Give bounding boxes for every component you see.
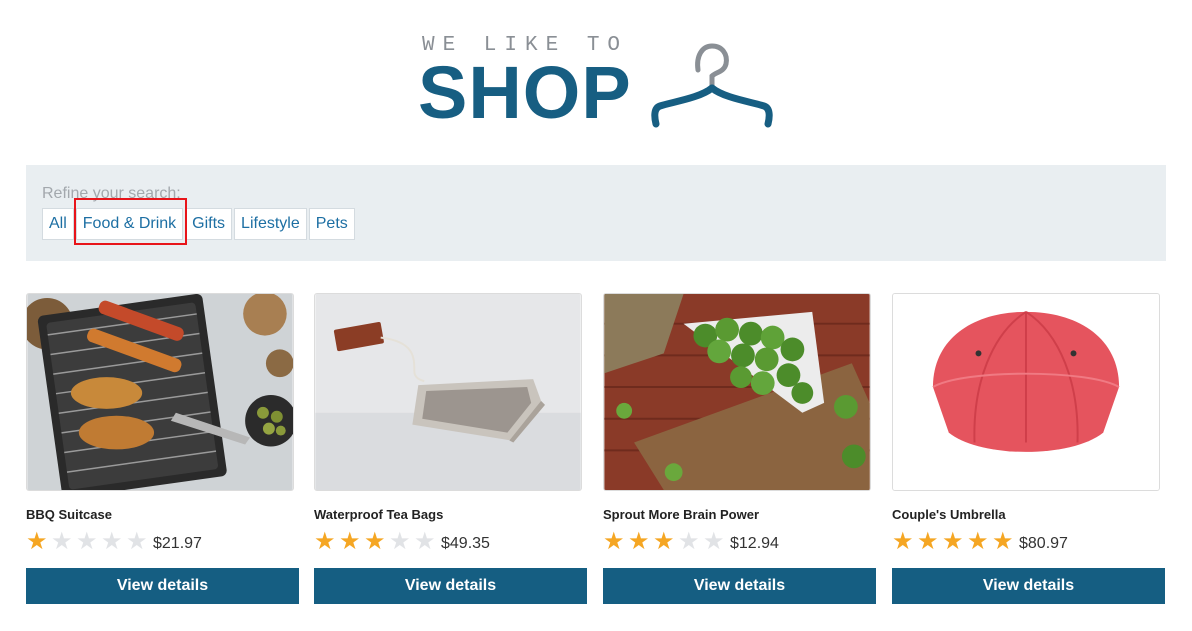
brussels-sprouts-image[interactable] (603, 293, 871, 491)
product-card: BBQ Suitcase ★ ★ ★ ★ ★ $21.97 View details (26, 293, 299, 604)
star-filled-icon: ★ (917, 528, 939, 555)
hanger-icon (651, 43, 773, 128)
filter-panel: Refine your search: All Food & Drink Gif… (26, 165, 1166, 261)
star-rating: ★ ★ ★ ★ ★ (892, 530, 1017, 554)
bbq-grill-image[interactable] (26, 293, 294, 491)
star-filled-icon: ★ (992, 528, 1014, 555)
filter-gifts[interactable]: Gifts (185, 208, 233, 240)
star-empty-icon: ★ (389, 528, 411, 555)
view-details-button[interactable]: View details (26, 568, 299, 604)
star-empty-icon: ★ (678, 528, 700, 555)
star-filled-icon: ★ (653, 528, 675, 555)
star-rating: ★ ★ ★ ★ ★ (26, 530, 151, 554)
filter-label: Refine your search: (42, 185, 181, 202)
star-empty-icon: ★ (51, 528, 73, 555)
product-rating: ★ ★ ★ ★ ★ $80.97 (892, 530, 1165, 554)
view-details-button[interactable]: View details (314, 568, 587, 604)
star-filled-icon: ★ (26, 528, 48, 555)
view-details-button[interactable]: View details (892, 568, 1165, 604)
product-card: Couple's Umbrella ★ ★ ★ ★ ★ $80.97 View deta… (892, 293, 1165, 604)
product-price: $21.97 (153, 535, 202, 552)
product-price: $12.94 (730, 535, 779, 552)
filter-food-drink[interactable]: Food & Drink (75, 208, 184, 240)
product-title[interactable]: Sprout More Brain Power (603, 507, 876, 523)
filter-all[interactable]: All (42, 208, 74, 240)
star-filled-icon: ★ (339, 528, 361, 555)
star-rating: ★ ★ ★ ★ ★ (314, 530, 439, 554)
star-filled-icon: ★ (603, 528, 625, 555)
star-filled-icon: ★ (628, 528, 650, 555)
product-title[interactable]: Waterproof Tea Bags (314, 507, 587, 523)
product-rating: ★ ★ ★ ★ ★ $49.35 (314, 530, 587, 554)
product-rating: ★ ★ ★ ★ ★ $21.97 (26, 530, 299, 554)
filter-pets[interactable]: Pets (308, 208, 355, 240)
product-card: Sprout More Brain Power ★ ★ ★ ★ ★ $12.94 Vie… (603, 293, 876, 604)
star-filled-icon: ★ (364, 528, 386, 555)
star-empty-icon: ★ (414, 528, 436, 555)
product-title[interactable]: Couple's Umbrella (892, 507, 1165, 523)
star-rating: ★ ★ ★ ★ ★ (603, 530, 728, 554)
filter-list: All Food & Drink Gifts Lifestyle Pets (42, 208, 357, 240)
star-filled-icon: ★ (967, 528, 989, 555)
product-card: Waterproof Tea Bags ★ ★ ★ ★ ★ $49.35 View de… (314, 293, 587, 604)
product-rating: ★ ★ ★ ★ ★ $12.94 (603, 530, 876, 554)
star-empty-icon: ★ (703, 528, 725, 555)
star-empty-icon: ★ (101, 528, 123, 555)
product-price: $49.35 (441, 535, 490, 552)
red-umbrella-image[interactable] (892, 293, 1160, 491)
site-logo[interactable]: WE LIKE TO SHOP (418, 34, 778, 134)
star-empty-icon: ★ (126, 528, 148, 555)
star-filled-icon: ★ (942, 528, 964, 555)
view-details-button[interactable]: View details (603, 568, 876, 604)
star-empty-icon: ★ (76, 528, 98, 555)
star-filled-icon: ★ (314, 528, 336, 555)
product-price: $80.97 (1019, 535, 1068, 552)
product-title[interactable]: BBQ Suitcase (26, 507, 299, 523)
tea-bag-image[interactable] (314, 293, 582, 491)
star-filled-icon: ★ (892, 528, 914, 555)
filter-lifestyle[interactable]: Lifestyle (234, 208, 307, 240)
logo-wordmark: SHOP (418, 51, 632, 134)
